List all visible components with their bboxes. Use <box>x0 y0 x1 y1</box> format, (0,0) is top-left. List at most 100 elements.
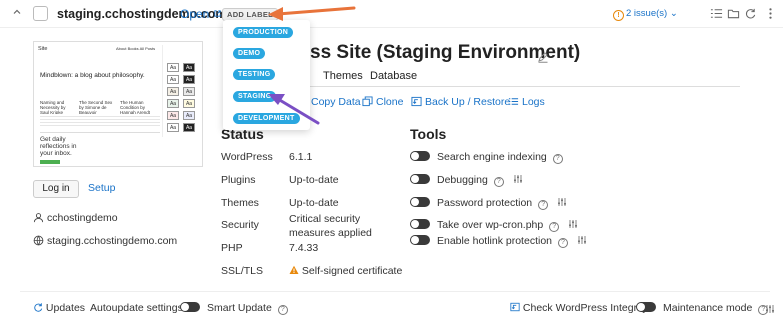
help-icon[interactable]: ? <box>558 238 568 248</box>
select-site-checkbox[interactable] <box>33 6 48 21</box>
tab-database[interactable]: Database <box>370 70 417 82</box>
backup-icon <box>411 96 422 107</box>
thumb-swatch: Aa <box>183 63 195 72</box>
updates-link[interactable]: Updates <box>33 302 85 314</box>
status-label-ssl: SSL/TLS <box>221 265 264 277</box>
status-value-security[interactable]: Critical security measures applied <box>289 212 401 240</box>
login-button[interactable]: Log in <box>33 180 79 198</box>
user-icon <box>33 213 44 223</box>
backup-restore-button[interactable]: Back Up / Restore <box>411 96 510 108</box>
check-integrity-label: Check WordPress Integrity <box>522 302 648 314</box>
help-icon[interactable]: ? <box>538 200 549 210</box>
thumb-swatch: Aa <box>183 111 195 120</box>
status-value-ssl[interactable]: Self-signed certificate <box>289 265 402 277</box>
smart-update-toggle[interactable] <box>180 302 200 312</box>
settings-sliders-icon[interactable] <box>513 174 523 184</box>
thumb-body-text <box>40 114 160 128</box>
tool-password-protection: Password protection? <box>410 197 567 210</box>
issues-count: 2 issue(s) <box>626 8 668 19</box>
settings-sliders-icon[interactable] <box>765 304 775 314</box>
label-option-demo[interactable]: DEMO <box>233 48 266 59</box>
status-label-plugins: Plugins <box>221 174 256 186</box>
label-option-testing[interactable]: TESTING <box>233 69 276 80</box>
help-icon[interactable]: ? <box>552 154 563 164</box>
more-vertical-icon[interactable] <box>764 7 777 20</box>
clone-button[interactable]: Clone <box>362 96 403 108</box>
status-label-wordpress: WordPress <box>221 151 273 163</box>
wp-cron-toggle[interactable] <box>410 219 430 229</box>
site-screenshot-thumbnail[interactable]: Site About Books All Posts Mindblown: a … <box>33 41 203 167</box>
list-icon[interactable] <box>710 7 723 20</box>
smart-update-label: Smart Update <box>207 302 272 314</box>
thumb-headline: Mindblown: a blog about philosophy. <box>40 72 145 79</box>
tabs-underline <box>270 86 740 87</box>
backup-restore-label: Back Up / Restore <box>425 96 511 108</box>
thumb-col2: The Second Sex by Simone de Beauvoir <box>79 100 113 115</box>
thumb-swatch: Aa <box>183 87 195 96</box>
thumb-cta-button <box>40 160 60 164</box>
copy-data-button[interactable]: Copy Data <box>311 96 361 108</box>
thumb-swatch: Aa <box>167 87 179 96</box>
open-site-link[interactable]: Open <box>180 7 222 21</box>
domain-row: staging.cchostingdemo.com <box>33 235 177 247</box>
logs-button[interactable]: Logs <box>508 96 545 108</box>
smart-update-row: Smart Update? <box>180 302 288 315</box>
issues-dropdown[interactable]: ! 2 issue(s) ⌄ <box>613 8 678 21</box>
thumb-site-tag: Site <box>38 46 48 52</box>
clone-label: Clone <box>376 96 404 108</box>
search-indexing-toggle[interactable] <box>410 151 430 161</box>
edit-pencil-icon[interactable] <box>537 51 549 63</box>
maintenance-mode-toggle[interactable] <box>636 302 656 312</box>
maintenance-mode-label: Maintenance mode <box>663 302 753 314</box>
settings-sliders-icon[interactable] <box>557 197 567 207</box>
hotlink-protection-toggle[interactable] <box>410 235 430 245</box>
tool-label: Password protection <box>437 197 533 209</box>
status-value-themes: Up-to-date <box>289 197 339 209</box>
tool-take-over-wp-cron: Take over wp-cron.php? <box>410 219 578 232</box>
tool-search-engine-indexing: Search engine indexing? <box>410 151 563 164</box>
label-option-production[interactable]: PRODUCTION <box>233 27 294 38</box>
globe-icon <box>33 235 44 246</box>
autoupdate-settings-link[interactable]: Autoupdate settings <box>90 302 183 314</box>
thumb-swatch: Aa <box>183 99 195 108</box>
username-row: cchostingdemo <box>33 212 118 224</box>
footer-divider <box>20 291 770 292</box>
refresh-icon <box>34 303 43 312</box>
check-integrity-link[interactable]: Check WordPress Integrity <box>510 302 648 314</box>
status-value-php: 7.4.33 <box>289 242 319 254</box>
status-label-php: PHP <box>221 242 243 254</box>
status-label-security: Security <box>221 219 259 231</box>
help-icon[interactable]: ? <box>277 305 288 315</box>
settings-sliders-icon[interactable] <box>577 235 587 245</box>
label-option-development[interactable]: DEVELOPMENT <box>233 113 300 124</box>
tab-themes[interactable]: Themes <box>323 70 363 82</box>
password-protection-toggle[interactable] <box>410 197 430 207</box>
thumb-col1: Naming and Necessity by Saul Kripke <box>40 100 66 115</box>
chevron-down-icon: ⌄ <box>669 8 678 19</box>
ssl-status-text: Self-signed certificate <box>301 265 403 277</box>
clone-icon <box>362 96 373 107</box>
thumb-swatch: Aa <box>167 111 179 120</box>
thumb-swatch: Aa <box>167 123 179 132</box>
thumb-style-panel: Aa Aa Aa Aa Aa Aa Aa Aa Aa Aa Aa Aa <box>162 45 200 137</box>
domain: staging.cchostingdemo.com <box>47 235 178 247</box>
status-value-wordpress: 6.1.1 <box>289 151 313 163</box>
help-icon[interactable]: ? <box>493 177 504 187</box>
settings-sliders-icon[interactable] <box>568 219 578 229</box>
warning-icon: ! <box>613 10 624 21</box>
folder-icon[interactable] <box>727 7 740 20</box>
thumb-swatch: Aa <box>167 99 179 108</box>
debugging-toggle[interactable] <box>410 174 430 184</box>
thumb-swatch: Aa <box>183 123 195 132</box>
external-link-icon <box>214 10 221 17</box>
label-option-staging[interactable]: STAGING <box>233 91 277 102</box>
chevron-up-icon[interactable] <box>12 7 22 17</box>
thumb-divider <box>40 132 160 133</box>
logs-label: Logs <box>522 96 545 108</box>
thumb-col3: The Human Condition by Hannah Arendt <box>120 100 151 115</box>
refresh-icon[interactable] <box>744 7 757 20</box>
thumb-swatch: Aa <box>183 75 195 84</box>
help-icon[interactable]: ? <box>549 222 560 232</box>
setup-link[interactable]: Setup <box>88 182 115 194</box>
status-label-themes: Themes <box>221 197 259 209</box>
